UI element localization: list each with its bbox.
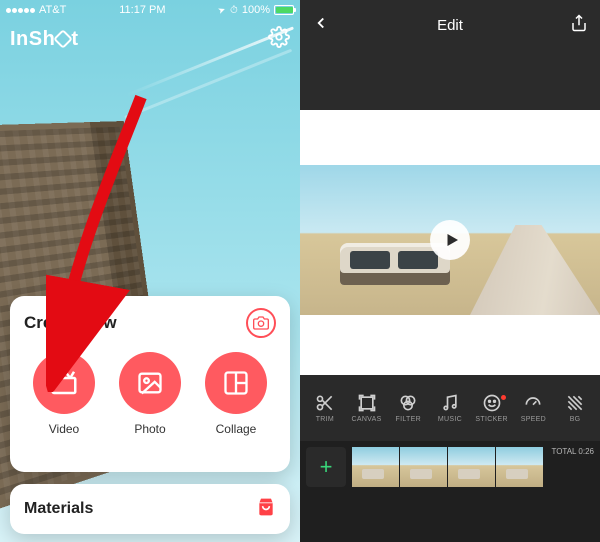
shopping-bag-icon [256,497,276,522]
add-clip-button[interactable]: + [306,447,346,487]
tool-music[interactable]: MUSIC [432,393,468,423]
tool-sticker-label: STICKER [475,416,507,423]
share-button[interactable] [570,14,588,37]
play-button[interactable] [430,220,470,260]
tool-speed-label: SPEED [521,416,546,423]
photo-icon [119,352,181,414]
filter-icon [398,393,418,413]
create-new-card: Create New Video Photo [10,296,290,472]
create-collage-option[interactable]: Collage [196,352,276,436]
battery-pct: 100% [242,4,270,16]
chevron-left-icon [312,14,330,32]
create-video-label: Video [49,422,79,436]
gear-icon [268,26,290,48]
back-button[interactable] [312,14,330,37]
tool-music-label: MUSIC [438,416,462,423]
ios-status-bar: AT&T 11:17 PM ➤ ⏱ 100% [0,0,300,20]
create-new-title: Create New [24,313,117,333]
tool-bg[interactable]: BG [557,393,593,423]
clip-thumb[interactable] [352,447,399,487]
preview-road [470,225,600,315]
music-icon [440,393,460,413]
carrier-label: AT&T [39,4,66,16]
tool-canvas-label: CANVAS [352,416,382,423]
edit-header: Edit [300,0,600,50]
tool-trim[interactable]: TRIM [307,393,343,423]
speed-icon [523,393,543,413]
materials-card[interactable]: Materials [10,484,290,534]
tool-speed[interactable]: SPEED [515,393,551,423]
canvas-pad-top [300,110,600,165]
canvas-pad-bottom [300,315,600,375]
create-photo-option[interactable]: Photo [110,352,190,436]
inshot-home-screen: AT&T 11:17 PM ➤ ⏱ 100% InSht Create New [0,0,300,542]
battery-icon [274,5,294,15]
create-collage-label: Collage [216,422,257,436]
clip-strip[interactable] [352,447,543,487]
bg-icon [565,393,585,413]
play-icon [443,231,461,249]
camera-button[interactable] [246,308,276,338]
alarm-icon: ⏱ [230,5,238,16]
status-right: ➤ ⏱ 100% [218,4,294,16]
trim-icon [315,393,335,413]
plus-icon: + [320,454,333,480]
app-header: InSht [10,24,290,54]
tool-canvas[interactable]: CANVAS [349,393,385,423]
sticker-icon [482,393,502,413]
clapper-icon [33,352,95,414]
edit-toolbar: TRIM CANVAS FILTER MUSIC STICKER SPEED B… [300,375,600,441]
status-left: AT&T [6,4,66,16]
tool-filter-label: FILTER [396,416,421,423]
tool-sticker[interactable]: STICKER [474,393,510,423]
edit-title: Edit [437,17,463,34]
canvas-icon [357,393,377,413]
video-preview[interactable] [300,165,600,315]
signal-icon [6,8,35,13]
inshot-edit-screen: Edit TRIM CANVAS FILTER MUSIC [300,0,600,542]
materials-title: Materials [24,500,93,518]
tool-bg-label: BG [570,416,581,423]
location-icon: ➤ [217,4,228,17]
tool-trim-label: TRIM [316,416,334,423]
tool-filter[interactable]: FILTER [390,393,426,423]
clip-thumb[interactable] [496,447,543,487]
timeline-total-label: TOTAL 0:26 [551,447,594,456]
share-icon [570,14,588,32]
collage-icon [205,352,267,414]
create-video-option[interactable]: Video [24,352,104,436]
clip-thumb[interactable] [448,447,495,487]
settings-button[interactable] [268,26,290,53]
create-photo-label: Photo [134,422,165,436]
timeline[interactable]: + TOTAL 0:26 [300,441,600,542]
clip-thumb[interactable] [400,447,447,487]
status-time: 11:17 PM [119,4,165,16]
letterbox-top [300,50,600,110]
camera-icon [253,315,269,331]
app-logo: InSht [10,28,79,51]
